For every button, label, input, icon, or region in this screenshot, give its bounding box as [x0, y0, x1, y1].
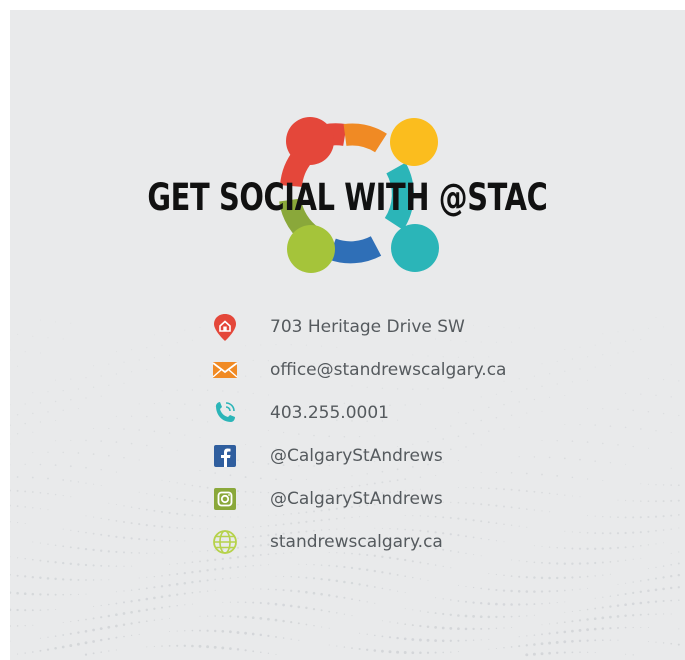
phone-number[interactable]: 403.255.0001 — [270, 403, 389, 423]
contact-address: 703 Heritage Drive SW — [210, 312, 630, 342]
instagram-handle[interactable]: @CalgaryStAndrews — [270, 489, 443, 509]
envelope-icon — [212, 362, 238, 378]
contact-email[interactable]: office@standrewscalgary.ca — [210, 355, 630, 385]
contact-phone[interactable]: 403.255.0001 — [210, 398, 630, 428]
community-circle-logo — [279, 117, 439, 273]
location-pin-icon — [214, 314, 236, 341]
yellow-figure-head — [390, 118, 438, 166]
email-link[interactable]: office@standrewscalgary.ca — [270, 360, 506, 380]
instagram-icon — [214, 488, 236, 510]
address-text: 703 Heritage Drive SW — [270, 317, 465, 337]
phone-icon — [216, 402, 235, 422]
social-card: GET SOCIAL WITH @STAC 703 Heritage Drive… — [10, 10, 685, 660]
website-link[interactable]: standrewscalgary.ca — [270, 532, 443, 552]
contact-website[interactable]: standrewscalgary.ca — [210, 527, 630, 557]
contact-instagram[interactable]: @CalgaryStAndrews — [210, 484, 630, 514]
contact-facebook[interactable]: @CalgaryStAndrews — [210, 441, 630, 471]
facebook-icon — [214, 445, 236, 467]
green-figure-head — [287, 225, 335, 273]
headline: GET SOCIAL WITH @STAC — [147, 176, 548, 219]
teal-figure-head — [391, 224, 439, 272]
globe-icon — [213, 530, 237, 554]
facebook-handle[interactable]: @CalgaryStAndrews — [270, 446, 443, 466]
red-figure-head — [286, 117, 334, 165]
